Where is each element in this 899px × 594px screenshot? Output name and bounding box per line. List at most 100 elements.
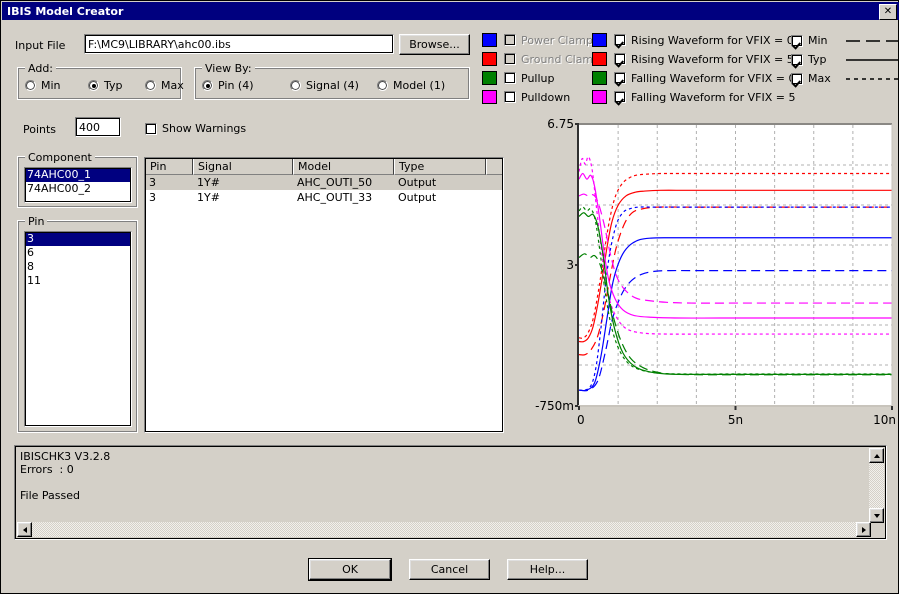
radio-add-typ[interactable]: Typ: [88, 79, 123, 92]
browse-button[interactable]: Browse...: [399, 34, 470, 55]
chart-svg: 6.75 3 -750m0 5n 10n: [535, 117, 896, 427]
ibis-model-creator-window: IBIS Model Creator ✕ Input File F:\MC9\L…: [0, 0, 899, 594]
color-swatch-falling-vfix0: [592, 71, 607, 85]
view-by-group: View By: Pin (4) Signal (4) Model (1): [194, 62, 470, 100]
radio-view-pin[interactable]: Pin (4): [202, 79, 254, 92]
pin-group: Pin 3 6 8 11: [17, 215, 138, 433]
radio-dot: [88, 80, 99, 91]
points-input[interactable]: 400: [75, 117, 121, 137]
help-button[interactable]: Help...: [507, 559, 588, 580]
scroll-down-icon[interactable]: [869, 508, 884, 523]
color-swatch-rising-vfix0: [592, 33, 607, 47]
checkbox-box: [791, 53, 803, 66]
list-item[interactable]: 8: [25, 260, 131, 274]
legend-label: Power Clamp: [521, 33, 593, 47]
log-horizontal-scrollbar[interactable]: [17, 522, 871, 537]
log-panel[interactable]: IBISCHK3 V3.2.8 Errors : 0 File Passed: [14, 445, 887, 540]
legend-item-pulldown[interactable]: Pulldown: [482, 90, 570, 104]
checkbox-box: [614, 53, 626, 65]
radio-dot: [290, 80, 301, 91]
radio-view-signal[interactable]: Signal (4): [290, 79, 359, 92]
scroll-up-icon[interactable]: [869, 448, 884, 463]
svg-text:0: 0: [577, 413, 585, 427]
radio-label: Model (1): [393, 79, 446, 92]
col-header-signal[interactable]: Signal: [193, 158, 293, 175]
checkbox-box: [504, 72, 516, 84]
radio-add-min[interactable]: Min: [25, 79, 61, 92]
ok-button-label: OK: [309, 559, 391, 580]
checkbox-box: [145, 122, 157, 135]
table-row[interactable]: 3 1Y# AHC_OUTI_33 Output: [145, 190, 503, 205]
legend-label: Min: [808, 34, 828, 47]
checkbox-box: [791, 72, 803, 85]
radio-dot: [377, 80, 388, 91]
cell-signal: 1Y#: [197, 191, 220, 204]
legend-item-power-clamp[interactable]: Power Clamp: [482, 33, 593, 47]
legend-item-min[interactable]: Min: [791, 34, 899, 47]
legend-item-rising-vfix0[interactable]: Rising Waveform for VFIX = 0: [592, 33, 794, 47]
input-file-field[interactable]: F:\MC9\LIBRARY\ahc00.ibs: [84, 34, 394, 54]
radio-label: Typ: [104, 79, 123, 92]
legend-item-rising-vfix5[interactable]: Rising Waveform for VFIX = 5: [592, 52, 794, 66]
legend-label: Falling Waveform for VFIX = 0: [631, 71, 796, 85]
legend-item-pullup[interactable]: Pullup: [482, 71, 554, 85]
list-item[interactable]: 3: [25, 232, 131, 246]
legend-label: Falling Waveform for VFIX = 5: [631, 90, 796, 104]
log-vertical-scrollbar[interactable]: [869, 448, 884, 523]
pin-group-title: Pin: [25, 215, 48, 228]
checkbox-label: Show Warnings: [162, 122, 247, 135]
legend-item-falling-vfix5[interactable]: Falling Waveform for VFIX = 5: [592, 90, 795, 104]
list-item[interactable]: 74AHC00_1: [25, 168, 131, 182]
col-header-extra[interactable]: [486, 158, 503, 175]
color-swatch-falling-vfix5: [592, 90, 607, 104]
legend-label: Rising Waveform for VFIX = 0: [631, 33, 794, 47]
col-header-model[interactable]: Model: [293, 158, 394, 175]
color-swatch-pullup: [482, 71, 497, 85]
cell-model: AHC_OUTI_33: [297, 191, 373, 204]
legend-item-typ[interactable]: Typ: [791, 53, 899, 66]
legend-label: Ground Clamp: [521, 52, 601, 66]
checkbox-box: [504, 91, 516, 103]
waveform-chart: 6.75 3 -750m 0 5n 10n: [522, 113, 897, 431]
table-row[interactable]: 3 1Y# AHC_OUTI_50 Output: [145, 175, 503, 190]
radio-view-model[interactable]: Model (1): [377, 79, 445, 92]
color-swatch-power-clamp: [482, 33, 497, 47]
scroll-right-icon[interactable]: [856, 522, 871, 537]
legend-label: Rising Waveform for VFIX = 5: [631, 52, 794, 66]
radio-label: Min: [41, 79, 61, 92]
input-file-label: Input File: [15, 39, 66, 52]
col-header-type[interactable]: Type: [394, 158, 486, 175]
legend-item-max[interactable]: Max: [791, 72, 899, 85]
view-by-group-title: View By:: [202, 62, 255, 75]
cell-type: Output: [398, 176, 437, 189]
list-item[interactable]: 11: [25, 274, 131, 288]
svg-text:6.75: 6.75: [547, 117, 574, 131]
cell-model: AHC_OUTI_50: [297, 176, 373, 189]
radio-label: Signal (4): [306, 79, 359, 92]
legend-label: Pulldown: [521, 90, 571, 104]
cancel-button[interactable]: Cancel: [409, 559, 490, 580]
show-warnings-checkbox[interactable]: Show Warnings: [145, 122, 246, 135]
scroll-left-icon[interactable]: [17, 522, 32, 537]
radio-label: Max: [161, 79, 184, 92]
ok-button[interactable]: OK: [308, 558, 392, 581]
list-item[interactable]: 6: [25, 246, 131, 260]
close-icon[interactable]: ✕: [879, 4, 897, 20]
pin-listbox[interactable]: 3 6 8 11: [24, 231, 132, 427]
svg-text:10n: 10n: [873, 413, 896, 427]
legend-item-falling-vfix0[interactable]: Falling Waveform for VFIX = 0: [592, 71, 795, 85]
add-group: Add: Min Typ Max: [17, 62, 184, 100]
checkbox-box: [614, 34, 626, 46]
add-group-title: Add:: [25, 62, 57, 75]
radio-add-max[interactable]: Max: [145, 79, 184, 92]
list-item[interactable]: 74AHC00_2: [25, 182, 131, 196]
color-swatch-pulldown: [482, 90, 497, 104]
radio-dot: [25, 80, 36, 91]
legend-item-ground-clamp[interactable]: Ground Clamp: [482, 52, 600, 66]
table-header-row: Pin Signal Model Type: [145, 158, 503, 175]
line-style-sample-min: [846, 39, 899, 42]
cell-pin: 3: [149, 191, 156, 204]
pin-model-table[interactable]: Pin Signal Model Type 3 1Y# AHC_OUTI_50 …: [144, 157, 504, 433]
component-listbox[interactable]: 74AHC00_1 74AHC00_2: [24, 167, 132, 203]
col-header-pin[interactable]: Pin: [145, 158, 193, 175]
